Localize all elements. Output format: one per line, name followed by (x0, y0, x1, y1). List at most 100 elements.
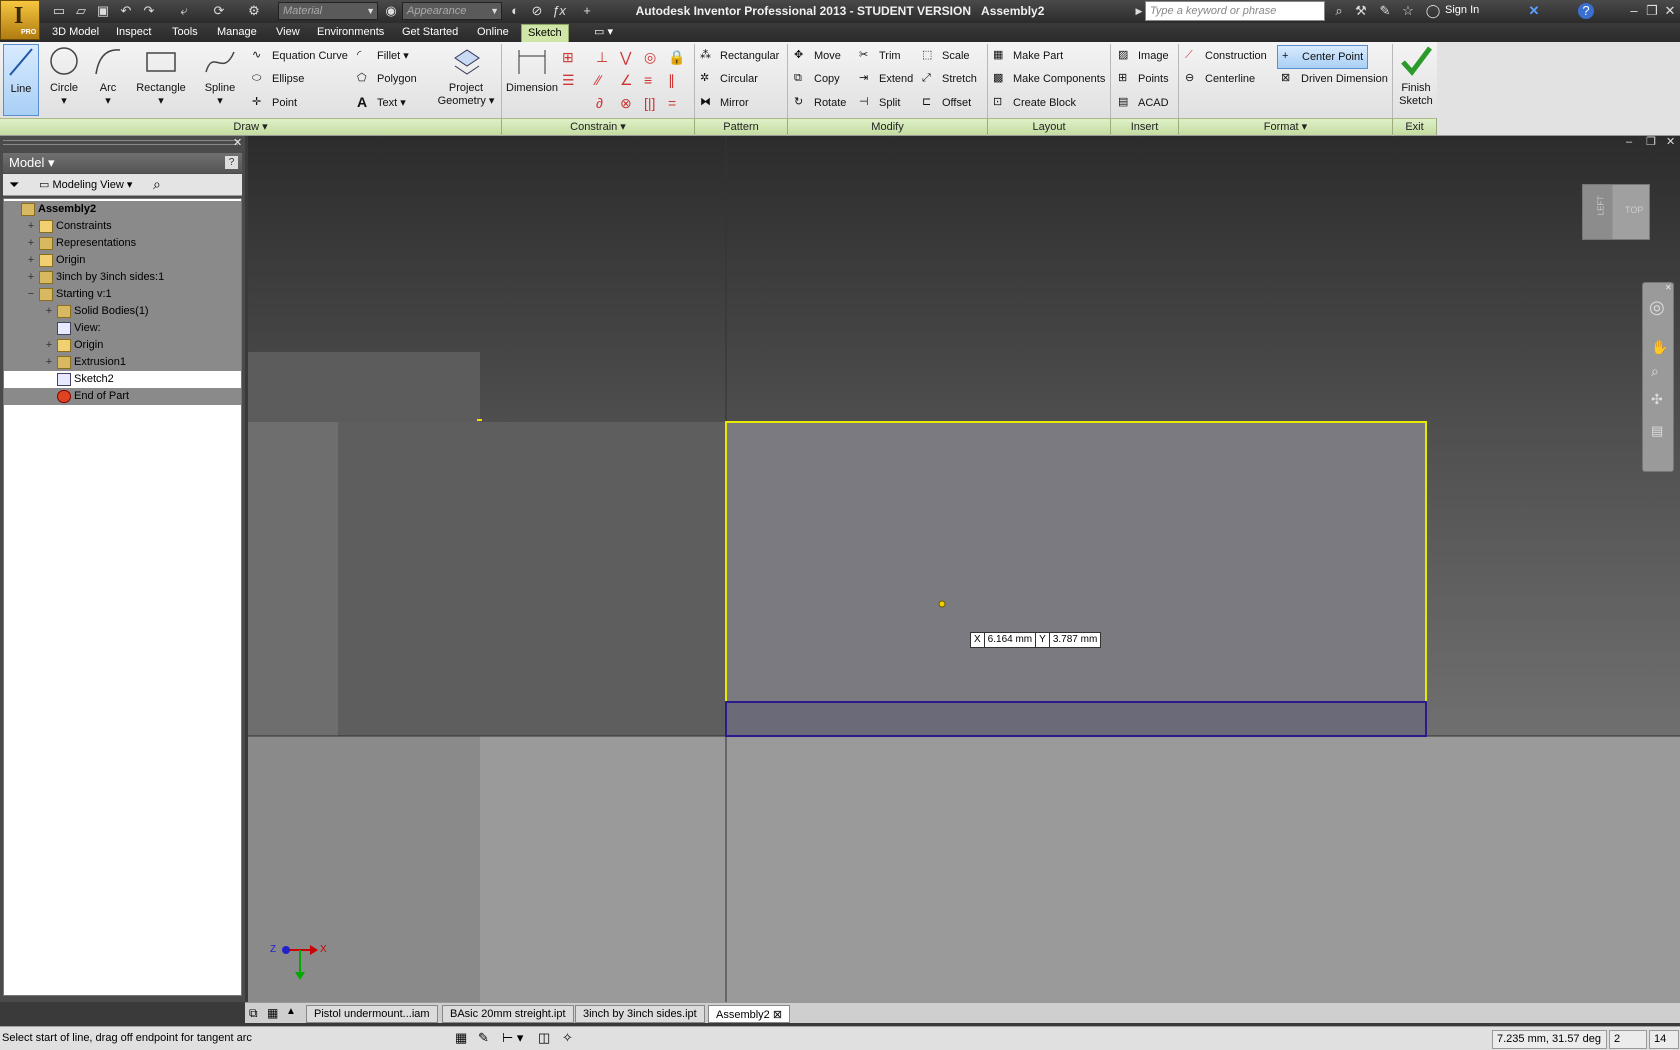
line-button[interactable]: Line (3, 44, 39, 116)
update-icon[interactable]: ⟳ (210, 3, 228, 19)
equation-curve-button[interactable]: ∿ Equation Curve (252, 48, 348, 64)
zoom-icon[interactable]: ⌕ (1651, 363, 1659, 380)
minimize-icon[interactable]: – (1625, 3, 1643, 19)
create-block-button[interactable]: ⊡ Create Block (993, 95, 1076, 111)
tree-node[interactable]: View: (4, 320, 241, 337)
fix-icon[interactable]: 🔒 (668, 46, 685, 69)
tree-node[interactable]: + Solid Bodies(1) (4, 303, 241, 320)
appearance-combo[interactable]: Appearance ▼ (402, 2, 502, 20)
tree-expander-icon[interactable]: + (26, 269, 36, 285)
app-logo[interactable]: I PRO (0, 0, 40, 40)
format-group-label[interactable]: Format ▾ (1179, 118, 1393, 135)
show-constraints-icon[interactable]: ☰ (562, 69, 575, 92)
tab-online[interactable]: Online (471, 24, 515, 42)
collinear-icon[interactable]: ∕∕ (596, 69, 601, 92)
browser-header[interactable]: Model ▾ ? (3, 153, 242, 173)
color-wheel-icon[interactable]: ◉ (382, 3, 400, 19)
undo-icon[interactable]: ↶ (117, 3, 135, 19)
ellipse-button[interactable]: ⬭ Ellipse (252, 71, 304, 87)
add-icon[interactable]: + (578, 3, 596, 19)
horizontal-icon[interactable]: ≡ (644, 69, 652, 92)
browser-grip[interactable] (3, 140, 238, 145)
tree-node[interactable]: + Origin (4, 252, 241, 269)
tree-node[interactable]: Sketch2 (4, 371, 241, 388)
clear-icon[interactable]: ⊘ (528, 3, 546, 19)
arrange-windows-icon[interactable]: ▦ (267, 1006, 278, 1020)
construction-button[interactable]: ⟋ Construction (1185, 48, 1267, 64)
smooth-icon[interactable]: ∂ (596, 92, 603, 115)
extend-button[interactable]: ⇥ Extend (859, 71, 913, 87)
stretch-button[interactable]: ⤢ Stretch (922, 71, 977, 87)
draw-group-label[interactable]: Draw ▾ (0, 118, 502, 135)
points-button[interactable]: ⊞ Points (1118, 71, 1169, 87)
acad-button[interactable]: ▤ ACAD (1118, 95, 1169, 111)
close-icon[interactable]: ✕ (1661, 3, 1679, 19)
open-icon[interactable]: ▱ (72, 3, 90, 19)
symmetric-icon[interactable]: [|] (644, 92, 655, 115)
sketch-grid-icon[interactable]: ▦ (455, 1030, 467, 1046)
favorites-icon[interactable]: ☆ (1399, 3, 1417, 19)
auto-dimension-icon[interactable]: ⊞ (562, 46, 574, 69)
circle-button[interactable]: Circle ▾ (46, 44, 82, 108)
snap-icon[interactable]: ✧ (562, 1030, 573, 1046)
tab-view[interactable]: View (270, 24, 306, 42)
point-button[interactable]: ✛ Point (252, 95, 297, 111)
mirror-button[interactable]: ⧓ Mirror (700, 95, 749, 111)
view-mode-dropdown[interactable]: ▭ Modeling View ▾ (39, 178, 132, 191)
graphics-viewport[interactable]: X 6.164 mm Y 3.787 mm – ❐ ✕ LEFT TOP ✕ ◎… (248, 136, 1680, 1002)
new-icon[interactable]: ▭ (50, 3, 68, 19)
make-components-button[interactable]: ▩ Make Components (993, 71, 1105, 87)
perpendicular-icon[interactable]: ⊥ (596, 46, 608, 69)
coord-y-field[interactable]: 3.787 mm (1049, 632, 1102, 648)
text-button[interactable]: A Text ▾ (357, 95, 406, 111)
select-icon[interactable]: ⚙ (245, 3, 263, 19)
center-point-button[interactable]: + Center Point (1277, 45, 1369, 69)
coord-x-field[interactable]: 6.164 mm (984, 632, 1037, 648)
centerline-button[interactable]: ⊖ Centerline (1185, 71, 1255, 87)
constraint-inference-icon[interactable]: ✎ (478, 1030, 489, 1046)
search-input[interactable]: Type a keyword or phrase (1145, 1, 1325, 21)
spline-button[interactable]: Spline ▾ (200, 44, 240, 108)
viewport-close-icon[interactable]: ✕ (1666, 136, 1675, 148)
tangent-icon[interactable]: ◎ (644, 46, 656, 69)
communication-icon[interactable]: ✎ (1376, 3, 1394, 19)
browser-close-icon[interactable]: ✕ (233, 136, 242, 149)
tab-sketch[interactable]: Sketch (521, 24, 569, 42)
help-icon[interactable]: ? (1578, 3, 1594, 19)
tab-tools[interactable]: Tools (166, 24, 204, 42)
sketch-canvas[interactable] (248, 136, 1680, 1002)
arc-button[interactable]: Arc ▾ (90, 44, 126, 108)
doc-tab[interactable]: Pistol undermount...iam (306, 1005, 438, 1023)
doc-tab[interactable]: 3inch by 3inch sides.ipt (575, 1005, 705, 1023)
scale-button[interactable]: ⬚ Scale (922, 48, 970, 64)
subscription-icon[interactable]: ⚒ (1352, 3, 1370, 19)
navbar-close-icon[interactable]: ✕ (1665, 283, 1672, 292)
constrain-group-label[interactable]: Constrain ▾ (502, 118, 695, 135)
tab-3d-model[interactable]: 3D Model (46, 24, 105, 42)
image-button[interactable]: ▨ Image (1118, 48, 1169, 64)
look-at-icon[interactable]: ▤ (1651, 423, 1663, 439)
tab-scroll-up-icon[interactable]: ▲ (286, 1006, 296, 1017)
tab-manage[interactable]: Manage (211, 24, 263, 42)
dimension-display-icon[interactable]: ⊢ ▾ (502, 1030, 523, 1046)
tree-node[interactable]: +3inch by 3inch sides:1 (4, 269, 241, 286)
project-geometry-button[interactable]: Project Geometry ▾ (436, 44, 496, 108)
tree-node[interactable]: − Starting v:1 (4, 286, 241, 303)
tree-expander-icon[interactable]: + (26, 252, 36, 268)
tab-environments[interactable]: Environments (311, 24, 390, 42)
move-button[interactable]: ✥ Move (794, 48, 841, 64)
return-icon[interactable]: ⤶ (175, 3, 193, 19)
tree-expander-icon[interactable]: + (44, 303, 54, 319)
make-part-button[interactable]: ▦ Make Part (993, 48, 1063, 64)
doc-tab-active[interactable]: Assembly2 ⊠ (708, 1005, 791, 1023)
polygon-button[interactable]: ⬠ Polygon (357, 71, 417, 87)
adjust-icon[interactable]: ◐ (506, 3, 524, 19)
view-cube[interactable]: LEFT TOP (1582, 184, 1650, 240)
fillet-button[interactable]: ◜ Fillet ▾ (357, 48, 409, 64)
tile-windows-icon[interactable]: ⧉ (249, 1006, 258, 1021)
sign-in-link[interactable]: Sign In (1445, 4, 1479, 16)
equal-icon[interactable]: = (668, 92, 676, 115)
tree-node[interactable]: Assembly2 (4, 201, 241, 218)
restore-icon[interactable]: ❐ (1643, 3, 1661, 19)
tree-expander-icon[interactable]: + (44, 354, 54, 370)
